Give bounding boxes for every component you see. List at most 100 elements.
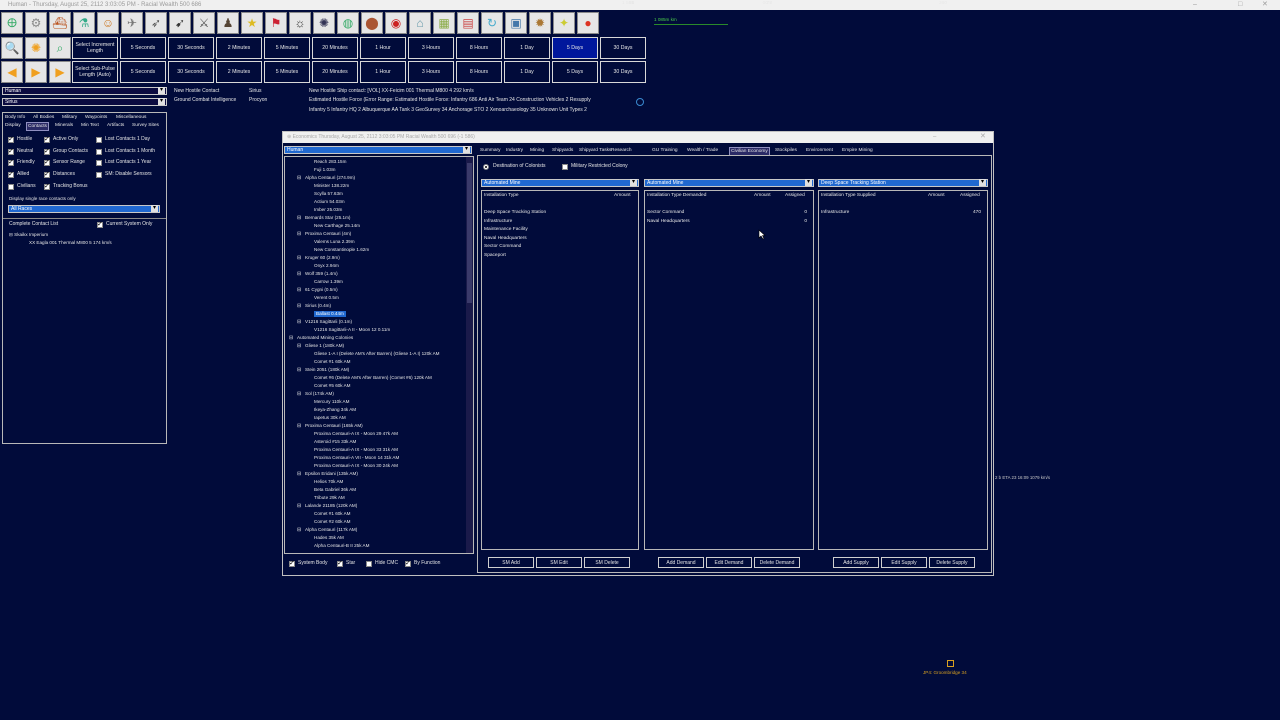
system-node[interactable]: Epsilon Eridani (135k AM) (305, 471, 358, 477)
row-type[interactable]: Infrastructure (821, 209, 849, 218)
colony-item[interactable]: V1216 Sagittarii-A II - Moon 12 0.11m (314, 327, 390, 333)
increment-button[interactable]: 8 Hours (456, 37, 502, 59)
refresh-icon[interactable]: ↻ (481, 12, 503, 34)
people-icon[interactable]: ☺ (97, 12, 119, 34)
left-tab[interactable]: Miscellaneous (115, 114, 147, 121)
tree-expander-icon[interactable]: ⊟ (297, 503, 301, 509)
subpulse-button[interactable]: 5 Days (552, 61, 598, 83)
left-tab[interactable]: Minerals (54, 122, 74, 129)
gun-icon[interactable]: ⚔ (193, 12, 215, 34)
save-icon[interactable]: ▣ (505, 12, 527, 34)
tree-expander-icon[interactable]: ⊟ (297, 215, 301, 221)
race-dropdown[interactable]: Human (2, 87, 167, 95)
system-node[interactable]: Proxima Centauri (165k AM) (305, 423, 363, 429)
left-tab[interactable]: Contacts (26, 122, 49, 131)
sun-icon[interactable]: ✺ (25, 37, 47, 59)
subpulse-button[interactable]: 1 Day (504, 61, 550, 83)
economics-tab[interactable]: Mining (529, 147, 545, 154)
galaxy-icon[interactable]: ✺ (313, 12, 335, 34)
system-node[interactable]: Sirius (0.4m) (305, 303, 331, 309)
economics-tab[interactable]: Summary (479, 147, 502, 154)
supply-type-dropdown[interactable]: Deep Space Tracking Station (818, 179, 988, 187)
left-tab[interactable]: Display (4, 122, 22, 129)
tree-expander-icon[interactable]: ⊟ (297, 175, 301, 181)
add-demand-button[interactable]: Add Demand (658, 557, 704, 568)
colony-item[interactable]: Comet #6 (Delete AM's After Barren) (Com… (314, 375, 432, 381)
colony-item[interactable]: Actium 54.03m (314, 199, 345, 205)
tree-expander-icon[interactable]: ⊟ (297, 367, 301, 373)
colony-item[interactable]: Comet #1 60k AM (314, 359, 351, 365)
row-type[interactable]: Deep Space Tracking Station (484, 209, 546, 218)
select-subpulse-button[interactable]: Select Sub-Pulse Length (Auto) (72, 61, 118, 83)
increment-button[interactable]: 3 Hours (408, 37, 454, 59)
row-type[interactable]: Naval Headquarters (647, 218, 690, 227)
sm-edit-button[interactable]: SM Edit (536, 557, 582, 568)
colony-item[interactable]: Hades 35k AM (314, 535, 344, 541)
increment-button[interactable]: 30 Seconds (168, 37, 214, 59)
subpulse-button[interactable]: 2 Minutes (216, 61, 262, 83)
subpulse-button[interactable]: 5 Seconds (120, 61, 166, 83)
increment-button[interactable]: 1 Day (504, 37, 550, 59)
economics-tab[interactable]: Research (610, 147, 633, 154)
colony-item[interactable]: Beta Gabriel 36k AM (314, 487, 356, 493)
system-node[interactable]: Wolf 359 (1.4m) (305, 271, 338, 277)
colony-item[interactable]: Fuji 1.03m (314, 167, 335, 173)
ship-icon[interactable]: ⛴ (49, 12, 71, 34)
colony-item[interactable]: Mercury 110k AM (314, 399, 349, 405)
increment-button[interactable]: 20 Minutes (312, 37, 358, 59)
select-increment-button[interactable]: Select Increment Length (72, 37, 118, 59)
system-node[interactable]: Sol (174k AM) (305, 391, 334, 397)
military-restricted-checkbox[interactable] (562, 164, 568, 170)
sm-delete-button[interactable]: SM Delete (584, 557, 630, 568)
demand-type-dropdown[interactable]: Automated Mine (644, 179, 814, 187)
system-node[interactable]: Lalande 21185 (120k AM) (305, 503, 357, 509)
option-checkbox[interactable] (96, 137, 102, 143)
colony-item[interactable]: Ballast 0.44m (314, 311, 346, 317)
economics-tab[interactable]: Industry (505, 147, 524, 154)
system-node[interactable]: 61 Cygni (0.5m) (305, 287, 338, 293)
races-dropdown[interactable]: All Races (8, 205, 160, 213)
increment-button[interactable]: 5 Days (552, 37, 598, 59)
economics-tab[interactable]: Wealth / Trade (686, 147, 719, 154)
economics-tab[interactable]: Shipyards (551, 147, 574, 154)
row-type[interactable]: Sector Command (484, 243, 521, 252)
economics-tab[interactable]: GU Training (651, 147, 679, 154)
system-node[interactable]: Kruger 60 (2.9m) (305, 255, 340, 261)
contact-tree-race[interactable]: ⊟ Skaikx Imperium (9, 231, 48, 238)
option-checkbox[interactable] (8, 170, 14, 179)
tree-option-checkbox[interactable] (337, 559, 343, 567)
colony-item[interactable]: Verent 0.5m (314, 295, 339, 301)
edit-supply-button[interactable]: Edit Supply (881, 557, 927, 568)
left-tab[interactable]: Body Info (4, 114, 26, 121)
increment-button[interactable]: 5 Seconds (120, 37, 166, 59)
delete-demand-button[interactable]: Delete Demand (754, 557, 800, 568)
left-tab[interactable]: All Bodies (32, 114, 55, 121)
subpulse-button[interactable]: 1 Hour (360, 61, 406, 83)
globe-icon[interactable]: ◍ (337, 12, 359, 34)
increment-button[interactable]: 30 Days (600, 37, 646, 59)
tree-expander-icon[interactable]: ⊟ (289, 335, 293, 341)
subpulse-button[interactable]: 20 Minutes (312, 61, 358, 83)
colony-item[interactable]: Tribute 29k AM (314, 495, 345, 501)
jump-point-icon[interactable] (947, 660, 954, 667)
system-node[interactable]: V1216 Sagittarii (0.1m) (305, 319, 352, 325)
system-node[interactable]: Alpha Centauri (117k AM) (305, 527, 357, 533)
subpulse-button[interactable]: 5 Minutes (264, 61, 310, 83)
option-checkbox[interactable] (8, 183, 14, 190)
flag-icon[interactable]: ⚑ (265, 12, 287, 34)
tree-expander-icon[interactable]: ⊟ (297, 343, 301, 349)
tree-expander-icon[interactable]: ⊟ (297, 471, 301, 477)
complete-contact-list-button[interactable]: Complete Contact List (9, 221, 58, 228)
economics-tab[interactable]: Environment (805, 147, 834, 154)
back-icon[interactable]: ◀ (1, 61, 23, 83)
row-type[interactable]: Sector Command (647, 209, 684, 218)
left-tab[interactable]: Military (61, 114, 78, 121)
colony-item[interactable]: Scylla 57.63m (314, 191, 343, 197)
tree-expander-icon[interactable]: ⊟ (297, 527, 301, 533)
subpulse-button[interactable]: 30 Seconds (168, 61, 214, 83)
option-checkbox[interactable] (44, 135, 50, 143)
bulb-icon[interactable]: ✦ (553, 12, 575, 34)
subpulse-button[interactable]: 8 Hours (456, 61, 502, 83)
row-type[interactable]: Maintenance Facility (484, 226, 528, 235)
option-checkbox[interactable] (44, 158, 50, 167)
